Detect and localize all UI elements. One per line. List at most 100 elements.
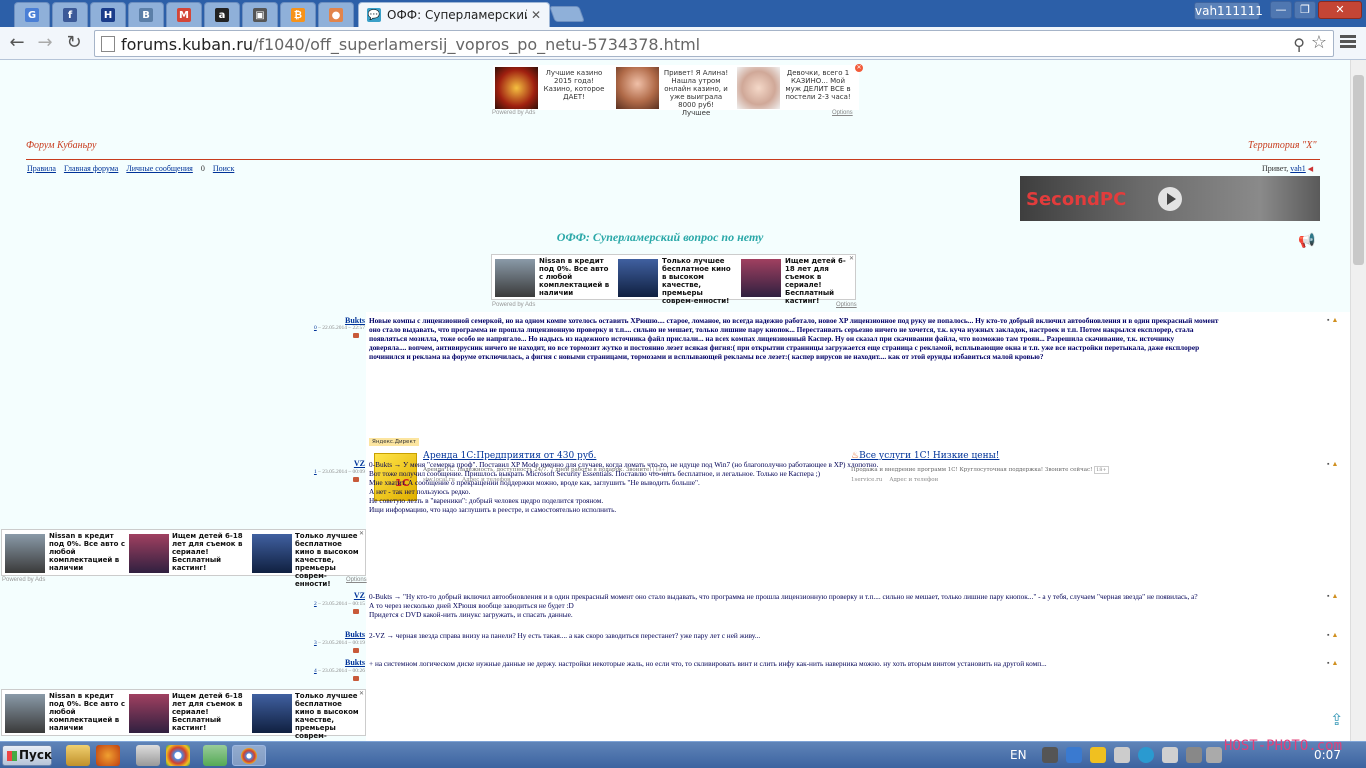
reload-icon[interactable]: ↻ (63, 33, 85, 53)
play-icon[interactable] (1158, 187, 1182, 211)
top-ad-text-2[interactable]: Привет! Я Алина! Нашла утром онлайн кази… (663, 69, 729, 117)
close-ad-icon[interactable]: ✕ (359, 690, 364, 697)
top-ad-block[interactable]: Лучшие казино 2015 года! Казино, которое… (493, 64, 863, 117)
report-icon[interactable]: ▲ (1331, 632, 1338, 639)
scrollbar-thumb[interactable] (1353, 75, 1364, 265)
quote-icon[interactable]: ▪ (1327, 632, 1329, 639)
url-text[interactable]: forums.kuban.ru/f1040/off_superlamersij_… (121, 35, 700, 54)
send-message-icon[interactable] (353, 477, 359, 482)
left-ad-text-1[interactable]: Nissan в кредит под 0%. Все авто с любой… (49, 692, 125, 732)
report-icon[interactable]: ▲ (1331, 461, 1338, 468)
tab-gmail[interactable]: M (166, 2, 202, 27)
mid-ad-text-1[interactable]: Nissan в кредит под 0%. Все авто с любой… (539, 257, 611, 297)
tab-app[interactable]: ▣ (242, 2, 278, 27)
minimize-button[interactable]: — (1270, 1, 1292, 19)
profile-button[interactable]: vah111111 (1194, 2, 1263, 20)
close-window-button[interactable]: ✕ (1318, 1, 1362, 19)
quote-icon[interactable]: ▪ (1327, 317, 1329, 324)
close-ad-icon[interactable]: ✕ (359, 530, 364, 537)
post-author[interactable]: VZ (330, 591, 365, 600)
megaphone-icon[interactable]: 📢 (1298, 232, 1315, 249)
left-ad-block[interactable]: Nissan в кредит под 0%. Все авто с любой… (1, 689, 366, 741)
post-author[interactable]: Bukts (330, 316, 365, 325)
tray-icon[interactable] (1042, 747, 1058, 763)
secondpc-banner[interactable]: SecondPC (1020, 176, 1320, 221)
post-number[interactable]: 1 (314, 469, 317, 475)
left-ad-text-2[interactable]: Ищем детей 6-18 лет для съемок в сериале… (172, 532, 248, 572)
tab-bitcoin[interactable]: ₿ (280, 2, 316, 27)
greeting-user-link[interactable]: vah1 (1290, 164, 1306, 173)
close-ad-icon[interactable]: ✕ (849, 255, 854, 262)
send-message-icon[interactable] (353, 648, 359, 653)
forum-logo-right[interactable]: Территория "Х" (1248, 140, 1317, 151)
network-icon[interactable] (1186, 747, 1202, 763)
send-message-icon[interactable] (353, 333, 359, 338)
tray-icon[interactable] (1090, 747, 1106, 763)
new-tab-button[interactable] (549, 6, 585, 22)
volume-icon[interactable] (1206, 747, 1222, 763)
quote-icon[interactable]: ▪ (1327, 660, 1329, 667)
language-indicator[interactable]: EN (1010, 748, 1027, 762)
quote-icon[interactable]: ▪ (1327, 461, 1329, 468)
tray-icon[interactable] (1138, 747, 1154, 763)
explorer-icon[interactable] (66, 745, 90, 766)
tab-google[interactable]: G (14, 2, 50, 27)
left-ad-block[interactable]: Nissan в кредит под 0%. Все авто с любой… (1, 529, 366, 588)
notes-icon[interactable] (203, 745, 227, 766)
menu-icon[interactable] (1340, 33, 1358, 53)
nav-rules[interactable]: Правила (27, 164, 56, 173)
mid-ad-text-2[interactable]: Только лучшее бесплатное кино в высоком … (662, 257, 734, 305)
post-number[interactable]: 3 (314, 640, 317, 646)
quote-icon[interactable]: ▪ (1327, 593, 1329, 600)
forum-logo-left[interactable]: Форум Кубаньру (26, 140, 96, 151)
left-ad-text-2[interactable]: Ищем детей 6-18 лет для съемок в сериале… (172, 692, 248, 732)
address-bar[interactable]: forums.kuban.ru/f1040/off_superlamersij_… (94, 30, 1334, 57)
post-author[interactable]: Bukts (330, 658, 365, 667)
nav-pm[interactable]: Личные сообщения (126, 164, 193, 173)
bookmark-star-icon[interactable]: ☆ (1311, 32, 1327, 53)
top-ad-text-3[interactable]: Девочки, всего 1 КАЗИНО... Мой муж ДЕЛИТ… (785, 69, 851, 101)
send-message-icon[interactable] (353, 676, 359, 681)
post-number[interactable]: 2 (314, 601, 317, 607)
top-ad-text-1[interactable]: Лучшие казино 2015 года! Казино, которое… (541, 69, 607, 101)
post-author[interactable]: Bukts (330, 630, 365, 639)
post-author[interactable]: VZ (330, 459, 365, 468)
close-ad-icon[interactable]: ✕ (855, 64, 863, 72)
report-icon[interactable]: ▲ (1331, 593, 1338, 600)
page-scrollbar[interactable] (1350, 60, 1366, 741)
left-ad-text-3[interactable]: Только лучшее бесплатное кино в высоком … (295, 692, 361, 741)
tab-blogger[interactable]: ● (318, 2, 354, 27)
zoom-icon[interactable]: ⚲ (1293, 35, 1305, 55)
close-tab-icon[interactable]: ✕ (531, 8, 541, 22)
nav-home[interactable]: Главная форума (64, 164, 118, 173)
tab-active[interactable]: 💬 ОФФ: Суперламерский вопр ✕ (358, 2, 550, 27)
maximize-button[interactable]: ❐ (1294, 1, 1316, 19)
tray-icon[interactable] (1114, 747, 1130, 763)
report-icon[interactable]: ▲ (1331, 660, 1338, 667)
back-icon[interactable]: ← (6, 33, 28, 53)
send-message-icon[interactable] (353, 609, 359, 614)
chrome-icon[interactable] (166, 745, 190, 766)
left-ad-text-1[interactable]: Nissan в кредит под 0%. Все авто с любой… (49, 532, 125, 572)
chrome-active-window[interactable] (232, 745, 266, 766)
tray-icon[interactable] (1066, 747, 1082, 763)
tab-vk[interactable]: B (128, 2, 164, 27)
tab-facebook[interactable]: f (52, 2, 88, 27)
mid-ad-block[interactable]: Nissan в кредит под 0%. Все авто с любой… (491, 254, 856, 305)
report-icon[interactable]: ▲ (1331, 317, 1338, 324)
start-button[interactable]: Пуск (2, 745, 52, 766)
post-number[interactable]: 0 (314, 325, 317, 331)
ad-options-link[interactable]: Options (836, 302, 857, 308)
tab-habr[interactable]: H (90, 2, 126, 27)
post-number[interactable]: 4 (314, 668, 317, 674)
forward-icon[interactable]: → (34, 33, 56, 53)
calculator-icon[interactable] (136, 745, 160, 766)
tray-icon[interactable] (1162, 747, 1178, 763)
nav-search[interactable]: Поиск (213, 164, 235, 173)
tab-amazon[interactable]: a (204, 2, 240, 27)
yandex-direct-label[interactable]: Яндекс.Директ (369, 438, 419, 446)
ad-options-link[interactable]: Options (346, 577, 367, 583)
scroll-top-icon[interactable]: ⇪ (1330, 710, 1343, 730)
firefox-icon[interactable] (96, 745, 120, 766)
ad-options-link[interactable]: Options (832, 110, 853, 116)
